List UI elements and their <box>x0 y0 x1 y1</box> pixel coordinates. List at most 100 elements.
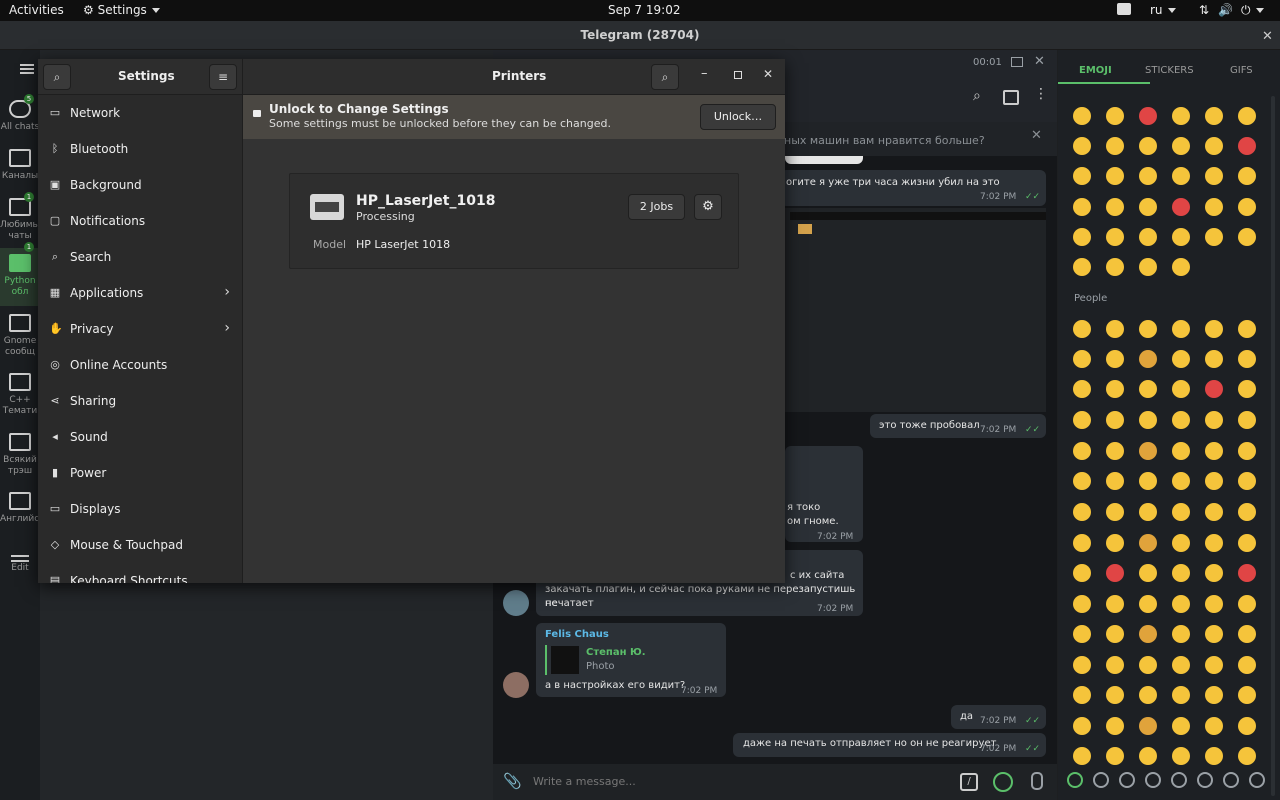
emoji-icon[interactable] <box>1073 686 1091 704</box>
emoji-icon[interactable] <box>1139 380 1157 398</box>
emoji-icon[interactable] <box>1073 167 1091 185</box>
screenshot-image-message[interactable] <box>780 208 1046 412</box>
emoji-icon[interactable] <box>1073 717 1091 735</box>
message-bubble[interactable]: я токо ом гноме. 7:02 PM <box>785 446 863 542</box>
emoji-icon[interactable] <box>1172 656 1190 674</box>
emoji-icon[interactable] <box>1238 198 1256 216</box>
message-bubble[interactable]: даже на печать отправляет но он не реаги… <box>733 733 1046 757</box>
emoji-icon[interactable] <box>1205 472 1223 490</box>
folder-all-chats[interactable]: 5 All chats <box>0 94 40 133</box>
emoji-icon[interactable] <box>1238 564 1256 582</box>
emoji-icon[interactable] <box>1073 747 1091 765</box>
emoji-icon[interactable] <box>1073 411 1091 429</box>
emoji-icon[interactable] <box>1172 137 1190 155</box>
emoji-icon[interactable] <box>1106 656 1124 674</box>
emoji-icon[interactable] <box>1205 107 1223 125</box>
emoji-icon[interactable] <box>1238 442 1256 460</box>
power-menu-icon[interactable]: ⏻ <box>1241 3 1264 18</box>
media-indicator-icon[interactable] <box>1117 3 1131 15</box>
sidebar-item-sound[interactable]: ◂ Sound <box>38 419 242 455</box>
emoji-icon[interactable] <box>1073 350 1091 368</box>
more-options-icon[interactable]: ⋮ <box>1034 86 1048 102</box>
emoji-icon[interactable] <box>1073 625 1091 643</box>
emoji-icon[interactable] <box>1238 656 1256 674</box>
emoji-icon[interactable] <box>1106 503 1124 521</box>
emoji-icon[interactable] <box>1205 503 1223 521</box>
emoji-icon[interactable] <box>1172 564 1190 582</box>
message-bubble[interactable]: Felis Chaus Степан Ю. Photo а в настройк… <box>536 623 726 697</box>
emoji-icon[interactable] <box>1106 564 1124 582</box>
emoji-icon[interactable] <box>1238 167 1256 185</box>
message-sender[interactable]: Felis Chaus <box>545 628 609 642</box>
emoji-icon[interactable] <box>1172 350 1190 368</box>
emoji-icon[interactable] <box>1139 350 1157 368</box>
sports-icon[interactable] <box>1171 772 1187 788</box>
sidebar-item-search[interactable]: ⌕ Search <box>38 239 242 275</box>
emoji-scrollbar[interactable] <box>1271 96 1275 796</box>
emoji-icon[interactable] <box>1106 472 1124 490</box>
pinned-message-bar[interactable]: ных машин вам нравится больше? ✕ <box>780 122 1057 156</box>
emoji-icon[interactable] <box>1106 595 1124 613</box>
emoji-icon[interactable] <box>1205 350 1223 368</box>
app-menu-button[interactable]: ⚙ Settings <box>83 3 160 17</box>
emoji-icon[interactable] <box>1106 717 1124 735</box>
emoji-toggle-icon[interactable] <box>993 772 1013 792</box>
telegram-titlebar[interactable]: Telegram (28704) <box>0 21 1280 50</box>
folder-edit[interactable]: Edit <box>0 555 40 574</box>
sidebar-item-keyboard-shortcuts[interactable]: ▤ Keyboard Shortcuts <box>38 563 242 583</box>
maximize-icon[interactable] <box>734 71 742 79</box>
objects-icon[interactable] <box>1223 772 1239 788</box>
emoji-icon[interactable] <box>1172 228 1190 246</box>
emoji-icon[interactable] <box>1238 411 1256 429</box>
sidebar-item-mouse-touchpad[interactable]: ◇ Mouse & Touchpad <box>38 527 242 563</box>
avatar[interactable] <box>503 590 529 616</box>
printer-jobs-button[interactable]: 2 Jobs <box>628 194 685 220</box>
sidebar-item-displays[interactable]: ▭ Displays <box>38 491 242 527</box>
emoji-icon[interactable] <box>1172 107 1190 125</box>
tab-gifs[interactable]: GIFS <box>1230 65 1253 76</box>
emoji-icon[interactable] <box>1106 534 1124 552</box>
emoji-icon[interactable] <box>1106 686 1124 704</box>
folder-favorites[interactable]: 1 Любимые чаты <box>0 192 45 242</box>
emoji-icon[interactable] <box>1139 717 1157 735</box>
food-icon[interactable] <box>1145 772 1161 788</box>
sidebar-item-privacy[interactable]: ✋ Privacy › <box>38 311 242 347</box>
emoji-icon[interactable] <box>1073 472 1091 490</box>
printer-settings-button[interactable]: ⚙ <box>694 194 722 220</box>
emoji-icon[interactable] <box>1106 380 1124 398</box>
telegram-close-icon[interactable]: ✕ <box>1262 29 1273 44</box>
emoji-icon[interactable] <box>1172 747 1190 765</box>
emoji-icon[interactable] <box>1073 595 1091 613</box>
emoji-icon[interactable] <box>1106 442 1124 460</box>
travel-icon[interactable] <box>1197 772 1213 788</box>
emoji-icon[interactable] <box>1205 198 1223 216</box>
settings-panel-header[interactable]: Printers ⌕ – ✕ <box>243 59 785 95</box>
unlock-button[interactable]: Unlock… <box>700 104 776 130</box>
emoji-icon[interactable] <box>1139 503 1157 521</box>
activities-button[interactable]: Activities <box>9 3 64 17</box>
emoji-icon[interactable] <box>1139 534 1157 552</box>
emoji-icon[interactable] <box>1172 686 1190 704</box>
emoji-icon[interactable] <box>1238 717 1256 735</box>
emoji-icon[interactable] <box>1139 258 1157 276</box>
emoji-icon[interactable] <box>1139 595 1157 613</box>
emoji-icon[interactable] <box>1172 625 1190 643</box>
emoji-icon[interactable] <box>1205 228 1223 246</box>
message-bubble[interactable]: да 7:02 PM ✓✓ <box>951 705 1046 729</box>
emoji-icon[interactable] <box>1139 625 1157 643</box>
smileys-icon[interactable] <box>1093 772 1109 788</box>
image-message-fragment[interactable] <box>785 156 863 164</box>
sidebar-item-online-accounts[interactable]: ◎ Online Accounts <box>38 347 242 383</box>
folder-gnome[interactable]: Gnome сообщ <box>0 314 40 358</box>
emoji-icon[interactable] <box>1172 595 1190 613</box>
folder-trash[interactable]: Всякий трэш <box>0 433 40 477</box>
sidebar-item-notifications[interactable]: ▢ Notifications <box>38 203 242 239</box>
emoji-icon[interactable] <box>1238 320 1256 338</box>
emoji-icon[interactable] <box>1106 228 1124 246</box>
emoji-icon[interactable] <box>1238 503 1256 521</box>
emoji-icon[interactable] <box>1106 107 1124 125</box>
emoji-icon[interactable] <box>1238 595 1256 613</box>
emoji-icon[interactable] <box>1172 380 1190 398</box>
emoji-icon[interactable] <box>1238 228 1256 246</box>
emoji-icon[interactable] <box>1205 686 1223 704</box>
